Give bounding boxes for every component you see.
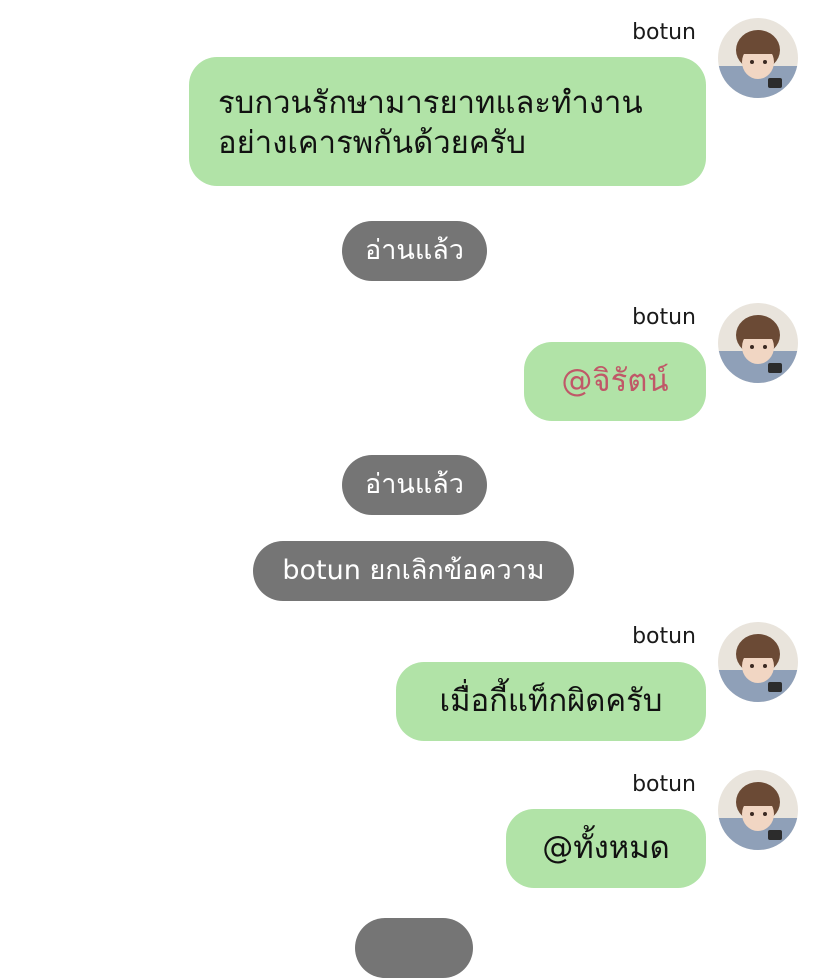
message-text-line: รบกวนรักษามารยาทและทำงาน — [218, 85, 643, 121]
message-bubble[interactable]: เมื่อกี้แท็กผิดครับ — [396, 662, 706, 741]
avatar[interactable] — [718, 18, 798, 98]
avatar[interactable] — [718, 622, 798, 702]
sender-name: botun — [632, 772, 696, 797]
message-bubble[interactable]: @ทั้งหมด — [506, 809, 706, 888]
avatar-image — [718, 303, 798, 383]
sender-name: botun — [632, 305, 696, 330]
sender-name: botun — [632, 624, 696, 649]
sender-name: botun — [632, 20, 696, 45]
avatar-image — [718, 18, 798, 98]
mention-link[interactable]: @ทั้งหมด — [542, 830, 670, 866]
system-pill-partial — [355, 918, 473, 978]
message-text-line: อย่างเคารพกันด้วยครับ — [218, 125, 526, 161]
read-status-pill: อ่านแล้ว — [342, 455, 487, 515]
unsent-notice-pill: botun ยกเลิกข้อความ — [253, 541, 574, 601]
avatar[interactable] — [718, 770, 798, 850]
message-text: เมื่อกี้แท็กผิดครับ — [439, 683, 663, 719]
avatar[interactable] — [718, 303, 798, 383]
message-bubble[interactable]: @จิรัตน์ — [524, 342, 706, 421]
avatar-image — [718, 770, 798, 850]
read-status-pill: อ่านแล้ว — [342, 221, 487, 281]
avatar-image — [718, 622, 798, 702]
mention-link[interactable]: @จิรัตน์ — [561, 363, 668, 399]
message-bubble[interactable]: รบกวนรักษามารยาทและทำงาน อย่างเคารพกันด้… — [189, 57, 706, 186]
